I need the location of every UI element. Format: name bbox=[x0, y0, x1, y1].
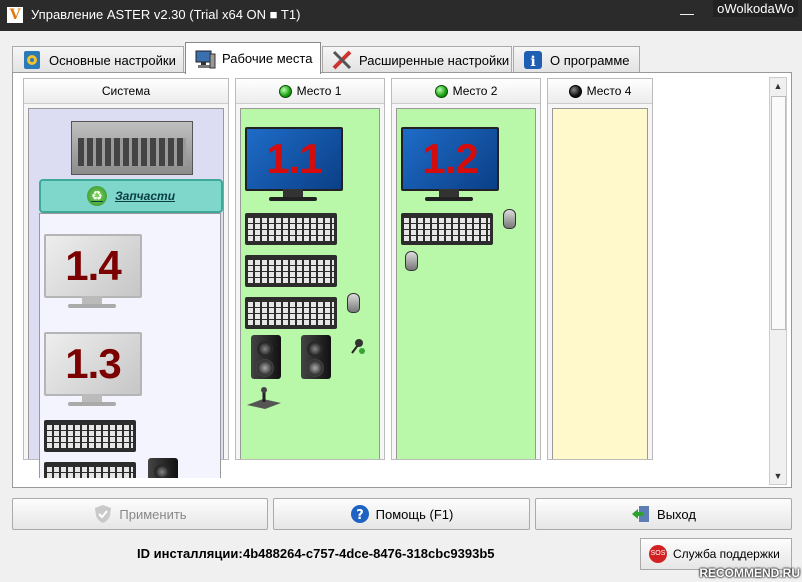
support-label: Служба поддержки bbox=[673, 547, 780, 561]
title-bar: V Управление ASTER v2.30 (Trial x64 ON ■… bbox=[0, 0, 802, 31]
exit-label: Выход bbox=[657, 506, 696, 522]
tab-about[interactable]: i О программе bbox=[513, 46, 640, 73]
workplace-4-body bbox=[552, 108, 648, 459]
install-id-value: 4b488264-c757-4dce-8476-318cbc9393b5 bbox=[243, 546, 495, 561]
tab-label: Расширенные настройки bbox=[359, 52, 510, 68]
monitor-number: 1.4 bbox=[44, 234, 142, 298]
exit-button[interactable]: Выход bbox=[535, 498, 792, 530]
help-question-icon: ? bbox=[350, 504, 370, 524]
support-lifebuoy-icon: SOS bbox=[649, 545, 667, 563]
exit-door-icon bbox=[631, 504, 651, 524]
tab-label: Рабочие места bbox=[222, 51, 313, 66]
workplace-4-header: Место 4 bbox=[548, 79, 652, 104]
keyboard-icon[interactable] bbox=[401, 213, 493, 245]
scrollbar-thumb[interactable] bbox=[771, 96, 786, 330]
workplace-2-column: Место 2 1.2 bbox=[391, 78, 541, 460]
watermark-bottom: RECOMMEND.RU bbox=[699, 566, 800, 580]
vertical-scrollbar[interactable]: ▲ ▼ bbox=[769, 77, 787, 485]
tab-main-settings[interactable]: Основные настройки bbox=[12, 46, 184, 73]
tools-icon bbox=[331, 49, 353, 71]
svg-text:?: ? bbox=[356, 508, 364, 523]
watermark-top: oWolkodaWo bbox=[713, 0, 798, 17]
keyboard-icon[interactable] bbox=[44, 462, 136, 478]
info-icon: i bbox=[522, 49, 544, 71]
apply-button[interactable]: Применить bbox=[12, 498, 268, 530]
system-column-header: Система bbox=[24, 79, 228, 104]
recycle-icon: ♻ bbox=[86, 186, 107, 206]
monitor-number: 1.3 bbox=[44, 332, 142, 396]
help-button[interactable]: ? Помощь (F1) bbox=[273, 498, 530, 530]
minimize-button[interactable]: — bbox=[680, 5, 694, 21]
workplace-1-title: Место 1 bbox=[296, 84, 342, 98]
system-column-body: ♻ Запчасти 1.4 1.3 bbox=[28, 108, 224, 478]
tab-label: О программе bbox=[550, 52, 630, 68]
parts-label: Запчасти bbox=[114, 189, 176, 203]
workplace-4-column: Место 4 bbox=[547, 78, 653, 460]
speaker-icon[interactable] bbox=[301, 335, 331, 379]
tab-label: Основные настройки bbox=[49, 52, 176, 68]
tab-workplaces[interactable]: Рабочие места bbox=[185, 42, 321, 74]
workstation-icon bbox=[194, 48, 216, 70]
monitor-number: 1.2 bbox=[401, 127, 499, 191]
microphone-icon[interactable] bbox=[349, 337, 365, 354]
speaker-icon[interactable] bbox=[251, 335, 281, 379]
mouse-icon[interactable] bbox=[503, 209, 516, 229]
scroll-down-icon[interactable]: ▼ bbox=[770, 468, 786, 484]
workplaces-scroll-area: Система ♻ Запчасти 1.4 1.3 Место 1 1.1 М… bbox=[23, 78, 768, 478]
app-logo-icon: V bbox=[7, 7, 23, 23]
mouse-icon[interactable] bbox=[405, 251, 418, 271]
window-title: Управление ASTER v2.30 (Trial x64 ON ■ T… bbox=[31, 7, 301, 22]
system-column: Система ♻ Запчасти 1.4 1.3 bbox=[23, 78, 229, 478]
status-green-icon bbox=[278, 84, 292, 98]
monitor-number: 1.1 bbox=[245, 127, 343, 191]
apply-label: Применить bbox=[119, 506, 187, 522]
svg-text:i: i bbox=[530, 54, 535, 70]
workplace-1-body: 1.1 bbox=[240, 108, 380, 459]
mouse-icon[interactable] bbox=[347, 293, 360, 313]
workplace-1-header: Место 1 bbox=[236, 79, 384, 104]
system-devices-list: 1.4 1.3 bbox=[39, 213, 221, 478]
settings-book-icon bbox=[21, 49, 43, 71]
joystick-icon[interactable] bbox=[245, 387, 283, 409]
system-column-title: Система bbox=[101, 84, 151, 98]
status-black-icon bbox=[568, 84, 582, 98]
keyboard-icon[interactable] bbox=[44, 420, 136, 452]
parts-button[interactable]: ♻ Запчасти bbox=[39, 179, 223, 213]
scroll-up-icon[interactable]: ▲ bbox=[770, 78, 786, 94]
tab-advanced-settings[interactable]: Расширенные настройки bbox=[322, 46, 512, 73]
workplace-1-column: Место 1 1.1 bbox=[235, 78, 385, 460]
workplace-2-title: Место 2 bbox=[452, 84, 498, 98]
help-label: Помощь (F1) bbox=[375, 506, 454, 522]
workplace-4-title: Место 4 bbox=[586, 84, 632, 98]
keyboard-icon[interactable] bbox=[245, 213, 337, 245]
workplace-2-header: Место 2 bbox=[392, 79, 540, 104]
workplaces-panel: Система ♻ Запчасти 1.4 1.3 Место 1 1.1 М… bbox=[12, 72, 792, 488]
server-icon bbox=[71, 121, 193, 175]
shield-check-icon bbox=[93, 504, 113, 524]
install-id-label: ID инсталляции: bbox=[137, 546, 243, 561]
speaker-icon[interactable] bbox=[148, 458, 178, 478]
keyboard-icon[interactable] bbox=[245, 255, 337, 287]
workplace-2-body: 1.2 bbox=[396, 108, 536, 459]
status-green-icon bbox=[434, 84, 448, 98]
keyboard-icon[interactable] bbox=[245, 297, 337, 329]
